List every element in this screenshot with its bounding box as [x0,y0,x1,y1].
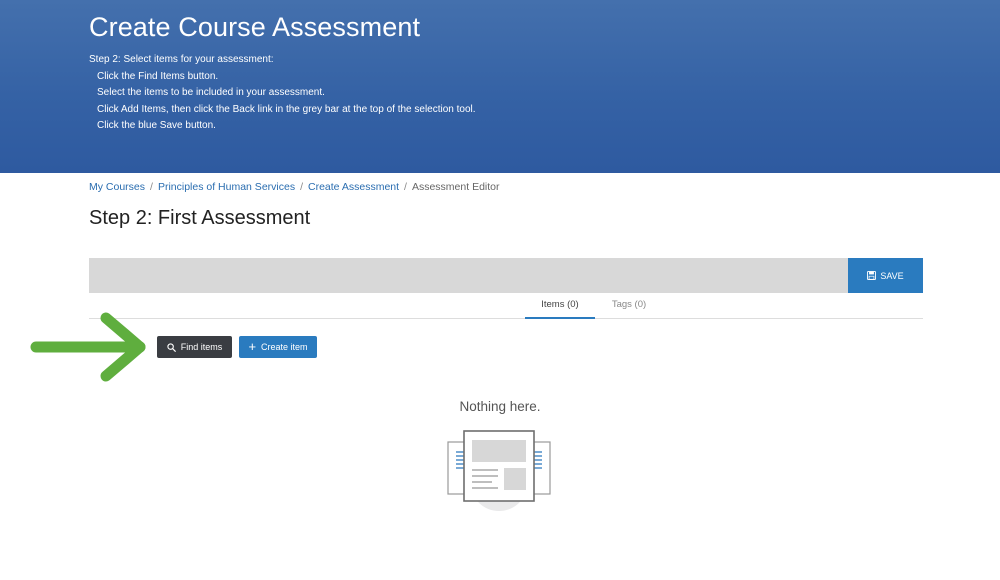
breadcrumb-my-courses[interactable]: My Courses [89,181,145,193]
breadcrumb-create-assessment[interactable]: Create Assessment [308,181,399,193]
header-banner: Create Course Assessment Step 2: Select … [0,0,1000,173]
toolbar: SAVE [89,258,923,293]
instruction-step: Click the Find Items button. [97,70,219,82]
page-title: Step 2: First Assessment [89,207,311,229]
find-items-label: Find items [180,342,223,352]
find-items-button[interactable]: Find items [157,336,232,358]
breadcrumb-separator: / [150,181,153,193]
breadcrumb: My Courses / Principles of Human Services /… [89,181,500,193]
search-icon [167,342,176,352]
plus-icon: + [248,339,257,354]
banner-title: Create Course Assessment [89,12,421,42]
breadcrumb-course[interactable]: Principles of Human Services [158,181,295,193]
tab-bar: Items (0) Tags (0) [89,293,923,319]
empty-state-message: Nothing here. [459,399,541,414]
tab-items[interactable]: Items (0) [525,299,595,319]
save-button[interactable]: SAVE [848,258,923,293]
instructions: Step 2: Select items for your assessment… [89,52,476,135]
instructions-intro: Step 2: Select items for your assessment… [89,54,274,65]
empty-documents-illustration [447,430,551,511]
instruction-step: Click the blue Save button. [97,120,216,131]
breadcrumb-current: Assessment Editor [411,181,500,193]
create-item-button[interactable]: + Create item [239,336,317,358]
floppy-disk-icon [867,271,877,280]
instruction-step: Click Add Items, then click the Back lin… [97,103,476,115]
green-arrow-icon [30,312,146,382]
tab-tags[interactable]: Tags (0) [606,299,652,319]
save-button-label: SAVE [880,270,904,281]
breadcrumb-separator: / [300,181,303,193]
create-item-label: Create item [261,342,308,352]
breadcrumb-separator: / [404,181,407,193]
instruction-step: Select the items to be included in your … [97,87,325,98]
